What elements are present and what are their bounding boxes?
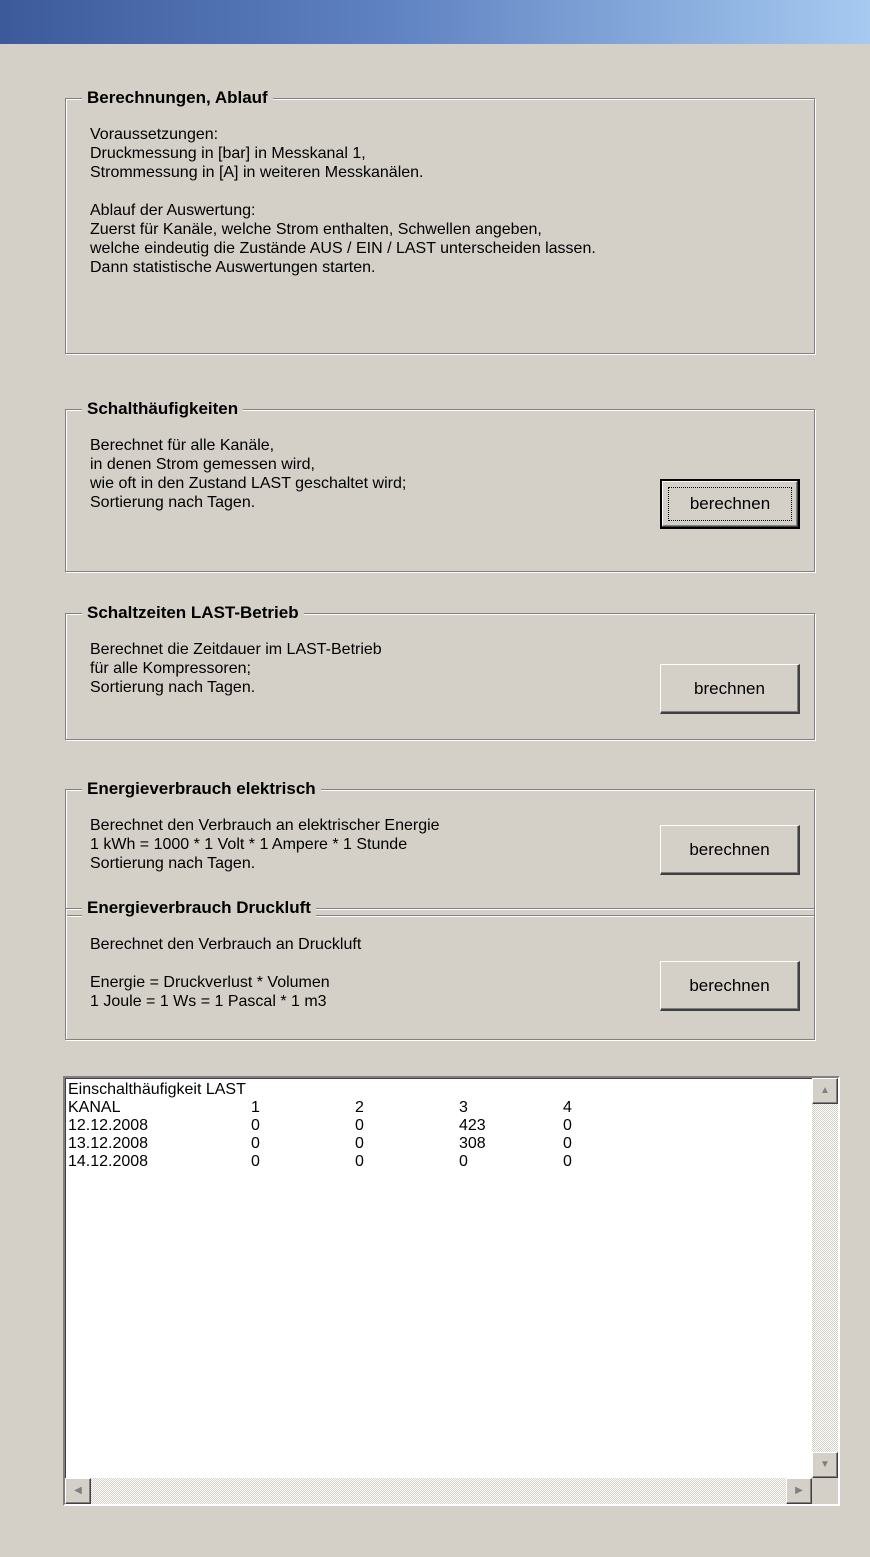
cell: 0 xyxy=(563,1135,572,1152)
group-description: Berechnet für alle Kanäle, in denen Stro… xyxy=(90,437,407,511)
cell: 0 xyxy=(355,1135,364,1152)
header-cell: KANAL xyxy=(68,1099,121,1116)
cell: 423 xyxy=(459,1117,486,1134)
scroll-left-icon[interactable]: ◀ xyxy=(65,1478,91,1504)
group-description: Berechnet die Zeitdauer im LAST-Betrieb … xyxy=(90,641,382,696)
cell: 13.12.2008 xyxy=(68,1135,149,1152)
cell: 0 xyxy=(563,1117,572,1134)
group-title: Energieverbrauch Druckluft xyxy=(82,896,316,920)
header-cell: 3 xyxy=(459,1099,468,1116)
group-schaltzeiten-last: Schaltzeiten LAST-Betrieb Berechnet die … xyxy=(65,601,815,740)
button-label: berechnen xyxy=(689,839,770,859)
cell: 0 xyxy=(459,1153,468,1170)
cell: 0 xyxy=(355,1153,364,1170)
cell: 14.12.2008 xyxy=(68,1153,149,1170)
group-title: Berechnungen, Ablauf xyxy=(82,86,273,110)
table-row: 12.12.2008 0 0 423 0 xyxy=(68,1117,808,1135)
schaltzeiten-brechnen-button[interactable]: brechnen xyxy=(660,664,800,714)
cell: 308 xyxy=(459,1135,486,1152)
scroll-up-icon[interactable]: ▲ xyxy=(812,1078,838,1104)
title-bar xyxy=(0,0,870,44)
group-title: Energieverbrauch elektrisch xyxy=(82,777,321,801)
group-title: Schalthäufigkeiten xyxy=(82,397,244,421)
header-cell: 1 xyxy=(251,1099,260,1116)
group-schalthaeufigkeiten: Schalthäufigkeiten Berechnet für alle Ka… xyxy=(65,397,815,572)
table-row: 14.12.2008 0 0 0 0 xyxy=(68,1153,808,1171)
results-content: Einschalthäufigkeit LAST KANAL 1 2 3 4 1… xyxy=(68,1081,808,1474)
table-header-row: KANAL 1 2 3 4 xyxy=(68,1099,808,1117)
button-label: berechnen xyxy=(689,494,771,513)
scroll-right-icon[interactable]: ▶ xyxy=(786,1478,812,1504)
scroll-down-icon[interactable]: ▼ xyxy=(812,1452,838,1478)
button-label: brechnen xyxy=(694,678,765,698)
cell: 12.12.2008 xyxy=(68,1117,149,1134)
group-berechnungen-ablauf: Berechnungen, Ablauf Voraussetzungen: Dr… xyxy=(65,86,815,354)
button-label: berechnen xyxy=(689,975,770,995)
table-row: 13.12.2008 0 0 308 0 xyxy=(68,1135,808,1153)
cell: 0 xyxy=(563,1153,572,1170)
group-energieverbrauch-druckluft: Energieverbrauch Druckluft Berechnet den… xyxy=(65,896,815,1040)
group-description: Berechnet den Verbrauch an Druckluft Ene… xyxy=(90,936,362,1010)
group-title: Schaltzeiten LAST-Betrieb xyxy=(82,601,304,625)
results-textarea[interactable]: Einschalthäufigkeit LAST KANAL 1 2 3 4 1… xyxy=(63,1076,840,1506)
cell: 0 xyxy=(251,1135,260,1152)
cell: 0 xyxy=(355,1117,364,1134)
group-description: Berechnet den Verbrauch an elektrischer … xyxy=(90,817,440,872)
horizontal-scrollbar[interactable]: ◀ ▶ xyxy=(65,1478,812,1504)
cell: 0 xyxy=(251,1117,260,1134)
group-description: Voraussetzungen: Druckmessung in [bar] i… xyxy=(90,126,596,276)
energie-druckluft-berechnen-button[interactable]: berechnen xyxy=(660,961,800,1011)
scrollbar-corner xyxy=(812,1478,838,1504)
vertical-scrollbar[interactable]: ▲ ▼ xyxy=(812,1078,838,1478)
energie-elektrisch-berechnen-button[interactable]: berechnen xyxy=(660,825,800,875)
header-cell: 4 xyxy=(563,1099,572,1116)
schalthaeufigkeiten-berechnen-button[interactable]: berechnen xyxy=(660,479,800,529)
results-title: Einschalthäufigkeit LAST xyxy=(68,1081,246,1098)
header-cell: 2 xyxy=(355,1099,364,1116)
cell: 0 xyxy=(251,1153,260,1170)
